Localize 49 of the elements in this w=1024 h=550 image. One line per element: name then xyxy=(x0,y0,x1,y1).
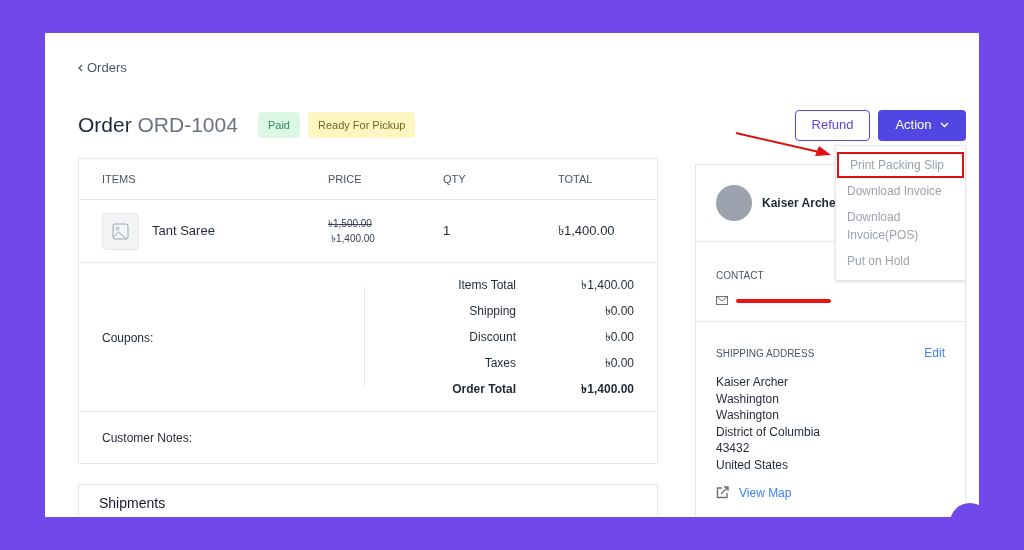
quantity-cell-text: 1 xyxy=(443,222,451,241)
address-line: Washington xyxy=(716,407,780,424)
address-line: Washington xyxy=(716,390,780,408)
total-cell-text: ৳1,400.00 xyxy=(558,222,615,241)
total-value: ৳1,400.00 xyxy=(580,277,634,294)
contact-heading: CONTACT xyxy=(716,270,764,281)
menu-item[interactable]: Put on Hold xyxy=(836,250,965,272)
menu-item[interactable]: Download Invoice(POS) xyxy=(836,206,965,246)
chevron-down-icon xyxy=(939,122,949,128)
status-badge: Paid xyxy=(257,111,300,139)
mail-icon xyxy=(716,296,728,305)
total-label: Order Total xyxy=(452,381,516,398)
column-header: PRICE xyxy=(328,171,362,187)
customer-notes-label: Customer Notes: xyxy=(102,429,193,447)
column-header: TOTAL xyxy=(558,171,593,187)
total-label: Taxes xyxy=(484,355,516,372)
edit-link[interactable]: Edit xyxy=(924,344,945,362)
image-placeholder-icon xyxy=(102,212,139,250)
total-value: ৳0.00 xyxy=(603,329,634,346)
column-header: QTY xyxy=(443,171,466,187)
menu-item[interactable]: Print Packing Slip xyxy=(839,154,962,176)
external-link-icon xyxy=(716,486,729,500)
coupons-label: Coupons: xyxy=(102,331,154,345)
avatar-icon xyxy=(716,185,752,221)
address-line: Kaiser Archer xyxy=(716,374,790,391)
shipping-address-heading: SHIPPING ADDRESS xyxy=(716,346,815,361)
refund-button[interactable]: Refund xyxy=(795,109,870,141)
customer-name: Kaiser Arche xyxy=(762,195,836,212)
back-link[interactable]: Orders xyxy=(78,59,966,77)
total-value: ৳1,400.00 xyxy=(580,381,634,398)
page-title: Order ORD-1004 xyxy=(78,112,238,139)
sale-price: ৳1,400.00 xyxy=(331,232,375,246)
total-label: Shipping xyxy=(469,303,516,320)
total-label: Items Total xyxy=(458,277,516,294)
address-line: 43432 xyxy=(716,440,751,457)
total-label: Discount xyxy=(469,329,516,346)
total-value: ৳0.00 xyxy=(603,355,634,372)
address-line: District of Columbia xyxy=(716,423,822,441)
total-value: ৳0.00 xyxy=(603,303,634,320)
view-map-link[interactable]: View Map xyxy=(716,483,945,502)
chevron-left-icon xyxy=(78,64,83,72)
column-header: ITEMS xyxy=(102,171,136,187)
status-badge: Ready For Pickup xyxy=(307,111,416,139)
address-line: United States xyxy=(716,456,790,474)
shipments-title: Shipments xyxy=(99,495,166,511)
menu-item[interactable]: Download Invoice xyxy=(836,180,965,202)
action-button[interactable]: Action xyxy=(878,109,966,141)
product-name: Tant Saree xyxy=(152,222,215,241)
original-price: ৳1,500.00 xyxy=(328,217,372,231)
